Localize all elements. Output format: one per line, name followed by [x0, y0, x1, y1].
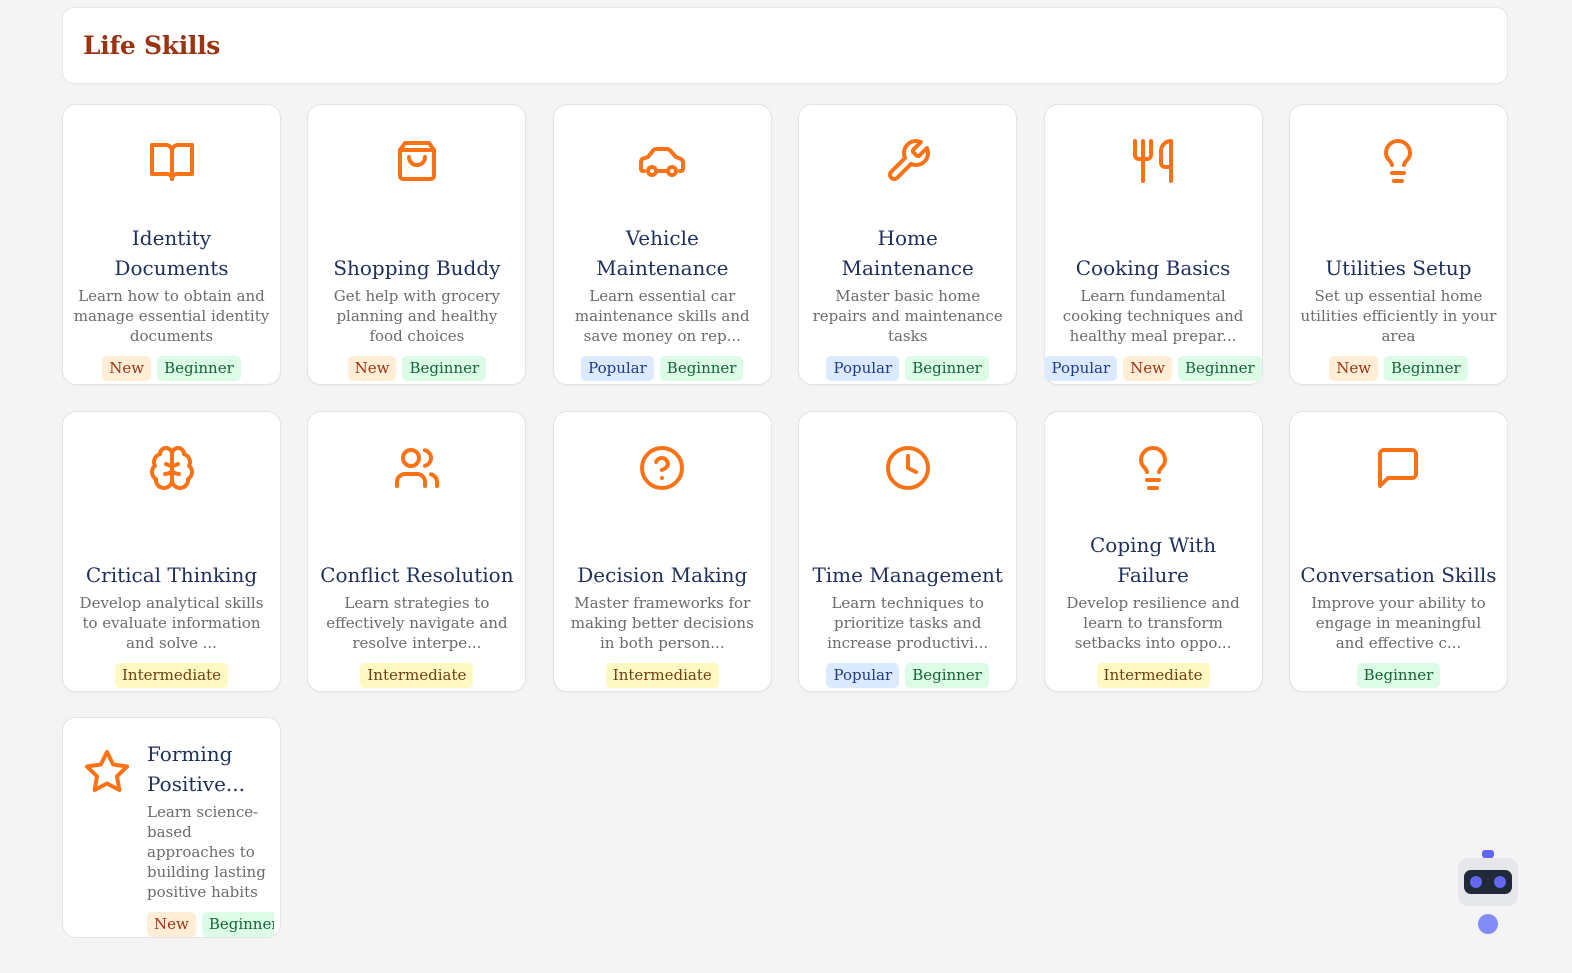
shopping-bag-icon [391, 135, 443, 187]
skill-card[interactable]: Time Management Learn techniques to prior… [798, 411, 1018, 692]
page-header: Life Skills [62, 7, 1508, 84]
tag-beginner: Beginner [905, 663, 989, 688]
card-description: Improve your ability to engage in meanin… [1311, 594, 1486, 652]
card-description: Learn strategies to effectively navigate… [326, 594, 508, 652]
tag-popular: Popular [826, 663, 900, 688]
wrench-icon [882, 135, 934, 187]
card-title: Forming Positive... [147, 742, 245, 796]
card-description: Set up essential home utilities efficien… [1300, 287, 1497, 345]
card-description: Learn how to obtain and manage essential… [73, 287, 270, 345]
card-tags: New Beginner [347, 356, 487, 381]
card-title: Cooking Basics [1075, 256, 1231, 280]
card-tags: Popular New Beginner [1044, 356, 1262, 381]
card-title: Time Management [812, 563, 1003, 587]
card-title: Critical Thinking [85, 563, 258, 587]
tag-popular: Popular [1044, 356, 1118, 381]
tag-beginner: Beginner [1178, 356, 1262, 381]
message-square-icon [1372, 442, 1424, 494]
tag-intermediate: Intermediate [605, 663, 719, 688]
card-title: Conversation Skills [1300, 563, 1497, 587]
card-tags: Intermediate [1096, 663, 1210, 688]
tag-new: New [1123, 356, 1172, 381]
skills-grid: Identity Documents Learn how to obtain an… [62, 104, 1508, 692]
car-icon [636, 135, 688, 187]
card-description: Learn techniques to prioritize tasks and… [827, 594, 989, 652]
card-description: Develop resilience and learn to transfor… [1066, 594, 1240, 652]
card-tags: New Beginner [1329, 356, 1468, 381]
card-tags: Popular Beginner [826, 663, 989, 688]
card-tags: Intermediate [114, 663, 228, 688]
card-tags: Beginner [1356, 663, 1441, 688]
card-tags: Popular Beginner [826, 356, 989, 381]
card-description: Develop analytical skills to evaluate in… [79, 594, 264, 652]
tag-beginner: Beginner [402, 356, 487, 381]
skill-card[interactable]: Cooking Basics Learn fundamental cooking … [1043, 104, 1263, 385]
assistant-bot-button[interactable] [1458, 850, 1518, 936]
tag-beginner: Beginner [157, 356, 241, 381]
tag-beginner: Beginner [659, 356, 744, 381]
lightbulb-icon [1372, 135, 1424, 187]
skill-card[interactable]: Decision Making Master frameworks for mak… [552, 411, 772, 692]
skill-card[interactable]: Utilities Setup Set up essential home uti… [1288, 104, 1508, 385]
card-tags: Intermediate [360, 663, 474, 688]
skill-card[interactable]: Conflict Resolution Learn strategies to e… [307, 411, 527, 692]
lightbulb-icon [1127, 442, 1179, 494]
skill-card[interactable]: Shopping Buddy Get help with grocery plan… [307, 104, 527, 385]
tag-intermediate: Intermediate [1096, 663, 1210, 688]
card-title: Home Maintenance [841, 226, 974, 280]
tag-intermediate: Intermediate [360, 663, 474, 688]
tag-beginner: Beginner [1356, 663, 1441, 688]
card-description: Get help with grocery planning and healt… [333, 287, 500, 345]
tag-beginner: Beginner [905, 356, 989, 381]
card-description: Master frameworks for making better deci… [570, 594, 754, 652]
tag-new: New [147, 912, 196, 937]
help-circle-icon [636, 442, 688, 494]
skill-card[interactable]: Coping With Failure Develop resilience an… [1043, 411, 1263, 692]
book-open-icon [146, 135, 198, 187]
skill-card[interactable]: Home Maintenance Master basic home repair… [798, 104, 1018, 385]
card-description: Learn essential car maintenance skills a… [574, 287, 750, 345]
skill-card[interactable]: Vehicle Maintenance Learn essential car m… [552, 104, 772, 385]
card-title: Coping With Failure [1090, 533, 1217, 587]
tag-beginner: Beginner [201, 912, 274, 937]
tag-new: New [102, 356, 152, 381]
card-tags: Popular Beginner [581, 356, 744, 381]
card-description: Master basic home repairs and maintenanc… [812, 287, 1003, 345]
skill-card[interactable]: Critical Thinking Develop analytical skil… [62, 411, 281, 692]
utensils-icon [1127, 135, 1179, 187]
card-title: Vehicle Maintenance [596, 226, 729, 280]
skill-card[interactable]: Forming Positive... Learn science-based … [62, 717, 281, 938]
tag-new: New [1329, 356, 1379, 381]
card-title: Decision Making [577, 563, 748, 587]
tag-popular: Popular [826, 356, 900, 381]
card-tags: New Beginner [147, 912, 274, 937]
card-tags: New Beginner [102, 356, 241, 381]
tag-popular: Popular [581, 356, 654, 381]
card-description: Learn science-based approaches to buildi… [147, 803, 266, 901]
brain-icon [146, 442, 198, 494]
card-title: Shopping Buddy [333, 256, 501, 280]
page-title: Life Skills [83, 31, 221, 60]
card-tags: Intermediate [605, 663, 719, 688]
skill-card[interactable]: Conversation Skills Improve your ability … [1288, 411, 1508, 692]
card-title: Conflict Resolution [320, 563, 514, 587]
users-icon [391, 442, 443, 494]
card-title: Utilities Setup [1325, 256, 1472, 280]
tag-intermediate: Intermediate [114, 663, 228, 688]
card-title: Identity Documents [114, 226, 229, 280]
star-icon [83, 748, 133, 798]
skill-card[interactable]: Identity Documents Learn how to obtain an… [62, 104, 281, 385]
tag-beginner: Beginner [1384, 356, 1468, 381]
tag-new: New [347, 356, 397, 381]
clock-icon [882, 442, 934, 494]
robot-icon [1458, 850, 1518, 934]
card-description: Learn fundamental cooking techniques and… [1062, 287, 1244, 345]
